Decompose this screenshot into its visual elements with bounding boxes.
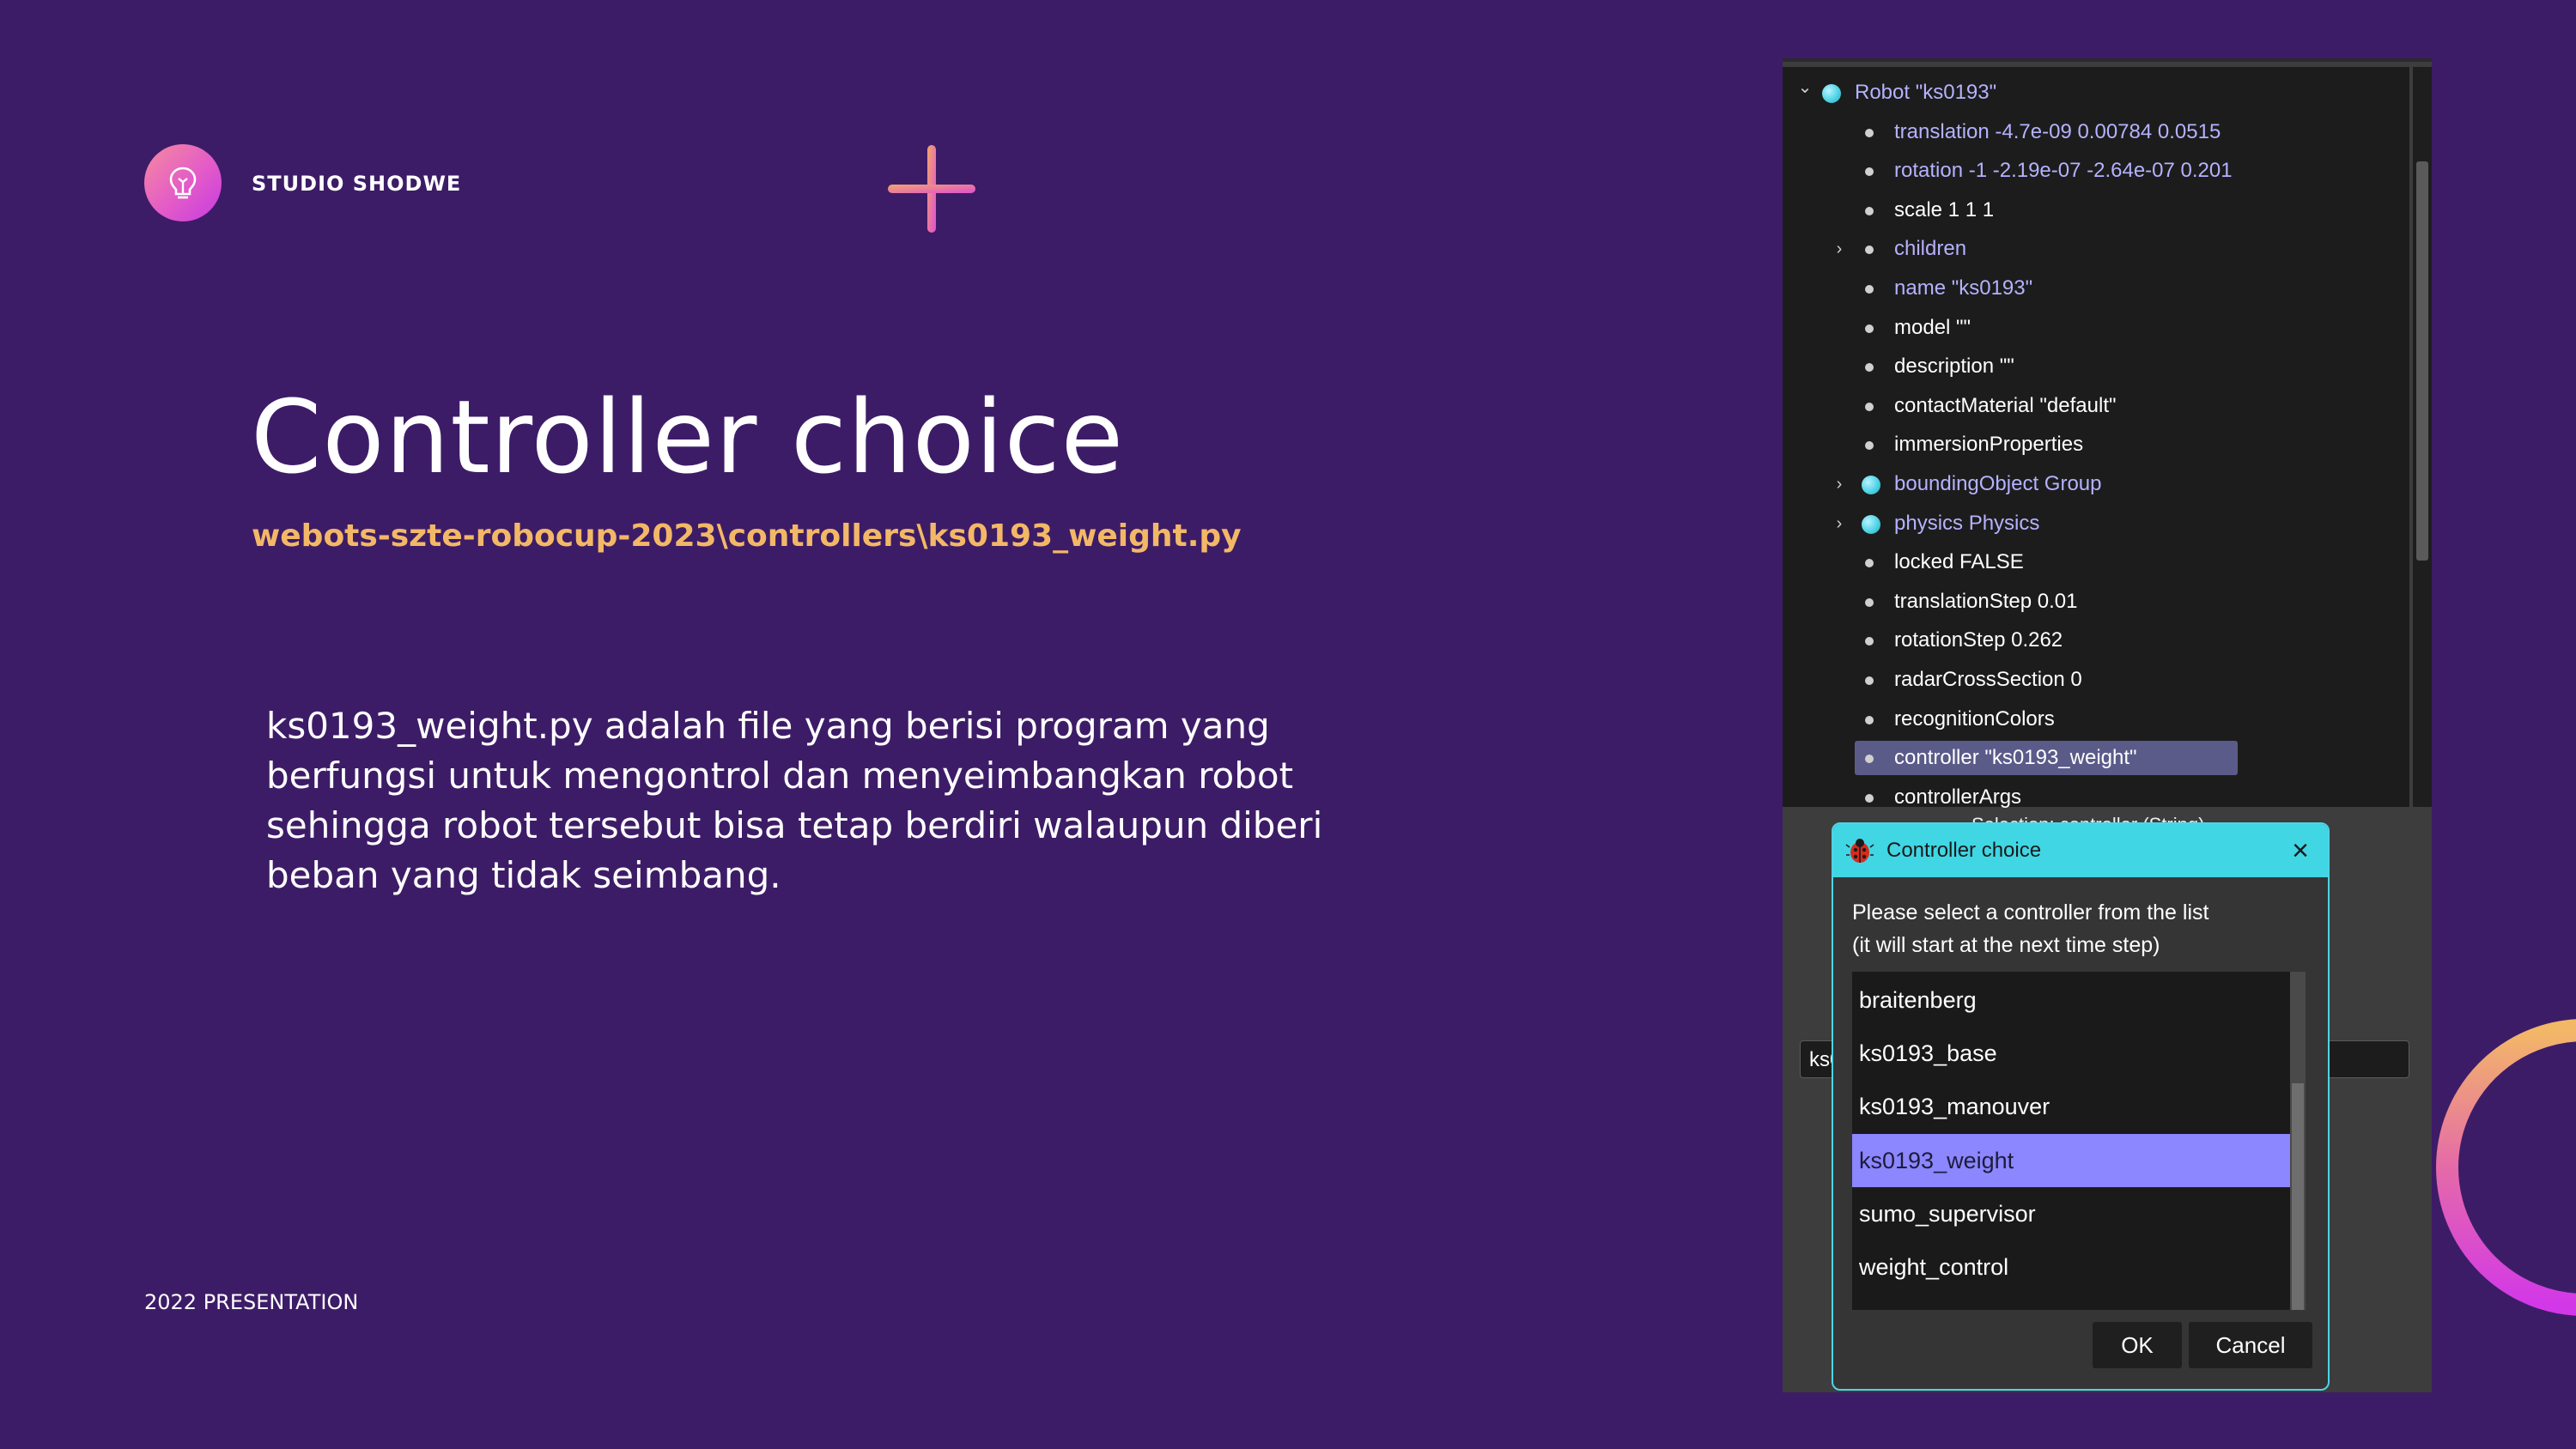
slide-body-text: ks0193_weight.py adalah file yang berisi…	[266, 705, 1323, 896]
scene-tree-row[interactable]: locked FALSE	[1865, 545, 2024, 579]
controller-list-item[interactable]: ks0193_base	[1852, 1027, 2290, 1080]
field-dot-icon	[1865, 559, 1874, 568]
controller-list-item[interactable]: braitenberg	[1852, 973, 2290, 1027]
scene-tree[interactable]: ⌄ Robot "ks0193" translation -4.7e-09 0.00…	[1783, 67, 2409, 809]
scene-tree-row-label: immersionProperties	[1894, 433, 2084, 457]
field-dot-icon	[1865, 793, 1874, 803]
slide-file-path: webots-szte-robocup-2023\controllers\ks0…	[252, 518, 1242, 554]
studio-name: STUDIO SHODWE	[252, 172, 462, 196]
field-dot-icon	[1865, 755, 1874, 764]
field-dot-icon	[1865, 676, 1874, 685]
scene-tree-row[interactable]: controller "ks0193_weight"	[1855, 741, 2238, 776]
scene-tree-row[interactable]: description ""	[1865, 349, 2014, 384]
scene-tree-row-label: rotationStep 0.262	[1894, 628, 2063, 652]
controller-list-item[interactable]: ks0193_manouver	[1852, 1080, 2290, 1133]
cancel-button[interactable]: Cancel	[2189, 1322, 2312, 1368]
scene-tree-row[interactable]: › physics Physics	[1837, 506, 2040, 541]
scene-tree-row[interactable]: › children	[1837, 232, 1967, 266]
controller-list-item[interactable]: weight_control	[1852, 1240, 2290, 1294]
dialog-message-line1: Please select a controller from the list	[1852, 900, 2209, 925]
scene-tree-row[interactable]: name "ks0193"	[1865, 271, 2033, 306]
webots-ladybug-icon	[1845, 839, 1874, 863]
field-dot-icon	[1865, 167, 1874, 177]
slide-title: Controller choice	[251, 378, 1125, 496]
scene-tree-row[interactable]: ⌄ Robot "ks0193"	[1798, 76, 1997, 110]
scene-tree-row-label: translationStep 0.01	[1894, 589, 2078, 613]
scene-tree-row-label: recognitionColors	[1894, 706, 2055, 731]
scene-tree-row-label: controllerArgs	[1894, 785, 2022, 809]
scene-tree-row[interactable]: rotationStep 0.262	[1865, 623, 2063, 658]
node-ball-icon	[1862, 476, 1880, 494]
scene-tree-row-label: description ""	[1894, 355, 2014, 379]
dialog-message-line2: (it will start at the next time step)	[1852, 933, 2160, 957]
scene-tree-row[interactable]: rotation -1 -2.19e-07 -2.64e-07 0.201	[1865, 154, 2233, 188]
slide-footer: 2022 PRESENTATION	[144, 1290, 359, 1314]
node-ball-icon	[1862, 514, 1880, 534]
scene-tree-row-label: translation -4.7e-09 0.00784 0.0515	[1894, 119, 2221, 143]
scene-tree-row[interactable]: radarCrossSection 0	[1865, 663, 2082, 697]
field-dot-icon	[1865, 285, 1874, 294]
field-dot-icon	[1865, 246, 1874, 255]
scene-tree-row-label: physics Physics	[1894, 511, 2040, 535]
field-dot-icon	[1865, 637, 1874, 646]
field-dot-icon	[1865, 324, 1874, 333]
scene-tree-row[interactable]: recognitionColors	[1865, 702, 2055, 737]
scene-tree-row[interactable]: controllerArgs	[1865, 780, 2022, 815]
scene-tree-row[interactable]: immersionProperties	[1865, 427, 2084, 462]
scene-tree-row-label: controller "ks0193_weight"	[1894, 746, 2137, 770]
scene-tree-row[interactable]: › boundingObject Group	[1837, 467, 2102, 501]
scene-tree-row-label: boundingObject Group	[1894, 472, 2102, 495]
field-dot-icon	[1865, 363, 1874, 373]
lightbulb-icon	[169, 167, 197, 199]
dialog-message: Please select a controller from the list…	[1852, 896, 2208, 961]
scene-tree-row[interactable]: translation -4.7e-09 0.00784 0.0515	[1865, 115, 2221, 149]
scene-tree-scrollbar[interactable]	[2413, 67, 2432, 807]
dialog-titlebar[interactable]: Controller choice ×	[1833, 824, 2328, 877]
scene-tree-row[interactable]: scale 1 1 1	[1865, 193, 1995, 227]
plus-decoration-icon	[888, 145, 975, 233]
ring-decoration	[2436, 1019, 2576, 1316]
studio-logo	[144, 144, 222, 221]
close-icon[interactable]: ×	[2285, 835, 2316, 866]
controller-list-scrollbar[interactable]	[2290, 972, 2306, 1310]
scene-tree-row[interactable]: model ""	[1865, 311, 1971, 345]
chevron-right-icon[interactable]: ›	[1829, 467, 1850, 501]
scene-tree-row-label: radarCrossSection 0	[1894, 668, 2082, 691]
scene-tree-row-label: rotation -1 -2.19e-07 -2.64e-07 0.201	[1894, 159, 2233, 183]
scene-tree-row-label: Robot "ks0193"	[1855, 81, 1997, 104]
field-dot-icon	[1865, 128, 1874, 137]
node-ball-icon	[1822, 84, 1841, 103]
scene-tree-row-label: scale 1 1 1	[1894, 197, 1995, 221]
scene-tree-row-label: contactMaterial "default"	[1894, 393, 2117, 417]
scene-tree-row[interactable]: translationStep 0.01	[1865, 585, 2078, 619]
field-dot-icon	[1865, 441, 1874, 451]
dialog-title: Controller choice	[1886, 839, 2042, 862]
chevron-right-icon[interactable]: ›	[1829, 232, 1850, 266]
field-dot-icon	[1865, 206, 1874, 215]
controller-list-item[interactable]: ks0193_weight	[1852, 1133, 2290, 1187]
chevron-right-icon[interactable]: ›	[1829, 506, 1850, 541]
controller-list[interactable]: braitenberg ks0193_base ks0193_manouver ks0…	[1852, 972, 2290, 1310]
scene-tree-row[interactable]: contactMaterial "default"	[1865, 389, 2117, 423]
chevron-down-icon[interactable]: ⌄	[1795, 70, 1815, 105]
field-dot-icon	[1865, 597, 1874, 607]
field-dot-icon	[1865, 715, 1874, 724]
scene-tree-row-label: name "ks0193"	[1894, 276, 2033, 300]
ok-button[interactable]: OK	[2093, 1322, 2182, 1368]
field-dot-icon	[1865, 402, 1874, 411]
scene-tree-row-label: children	[1894, 237, 1967, 261]
scene-tree-row-label: locked FALSE	[1894, 550, 2024, 574]
controller-choice-dialog: Controller choice × Please select a cont…	[1832, 822, 2330, 1391]
controller-list-item[interactable]: sumo_supervisor	[1852, 1187, 2290, 1240]
scene-tree-row-label: model ""	[1894, 315, 1971, 339]
